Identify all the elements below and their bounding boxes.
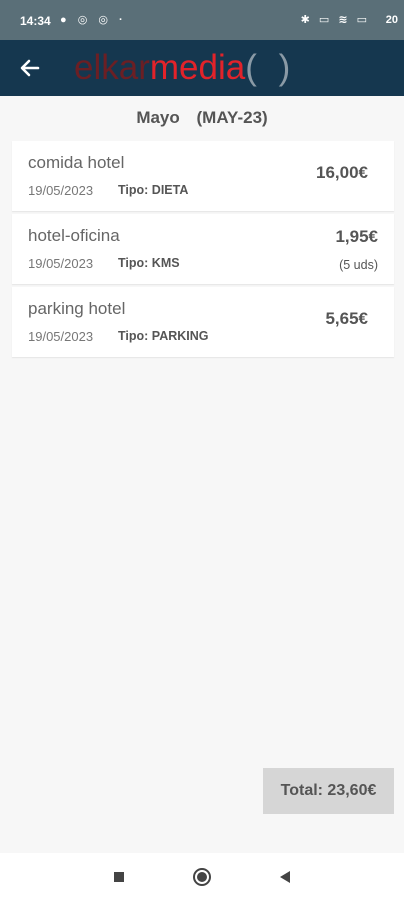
period-code: (MAY-23)	[196, 108, 268, 127]
expense-date: 19/05/2023	[28, 329, 94, 344]
expense-units: (5 uds)	[339, 258, 378, 272]
expense-type: Tipo: KMS	[118, 256, 180, 270]
recents-button[interactable]	[107, 865, 131, 889]
app-bar: elkarmedia( )	[0, 40, 404, 96]
expense-list: comida hotel 19/05/2023 Tipo: DIETA 16,0…	[12, 141, 394, 360]
system-nav-bar	[0, 853, 404, 900]
expense-item[interactable]: hotel-oficina 19/05/2023 Tipo: KMS 1,95€…	[12, 214, 394, 284]
period-month: Mayo	[136, 108, 180, 127]
logo-part-media: media	[149, 48, 246, 87]
back-button[interactable]	[12, 50, 48, 86]
period-header: Mayo (MAY-23)	[0, 108, 404, 128]
status-time: 14:34	[20, 14, 51, 28]
expense-type: Tipo: PARKING	[118, 329, 209, 343]
arrow-left-icon	[20, 59, 40, 77]
total-amount: Total: 23,60€	[263, 768, 394, 814]
expense-item[interactable]: comida hotel 19/05/2023 Tipo: DIETA 16,0…	[12, 141, 394, 211]
expense-concept: comida hotel	[28, 153, 125, 172]
notification-icons: ● ◎ ◎ ·	[60, 14, 127, 26]
app-logo: elkarmedia( )	[74, 48, 296, 88]
expense-concept: hotel-oficina	[28, 226, 120, 245]
expense-amount: 1,95€	[335, 227, 378, 246]
logo-part-elkar: elkar	[74, 48, 150, 87]
expense-item[interactable]: parking hotel 19/05/2023 Tipo: PARKING 5…	[12, 287, 394, 357]
triangle-back-icon	[280, 871, 290, 883]
expense-date: 19/05/2023	[28, 183, 94, 198]
nav-back-button[interactable]	[273, 865, 297, 889]
expense-concept: parking hotel	[28, 299, 126, 318]
status-bar: 14:34 ● ◎ ◎ · ✱ ▭ ≋ ▭ 20	[0, 0, 404, 40]
circle-icon	[193, 868, 211, 886]
logo-part-parens: ( )	[245, 48, 297, 87]
expense-type: Tipo: DIETA	[118, 183, 189, 197]
expense-amount: 16,00€	[316, 163, 368, 182]
home-button[interactable]	[190, 865, 214, 889]
square-icon	[114, 872, 124, 882]
expense-date: 19/05/2023	[28, 256, 94, 271]
system-icons: ✱ ▭ ≋ ▭	[300, 14, 370, 26]
expense-amount: 5,65€	[325, 309, 368, 328]
battery-level: 20	[385, 14, 398, 26]
